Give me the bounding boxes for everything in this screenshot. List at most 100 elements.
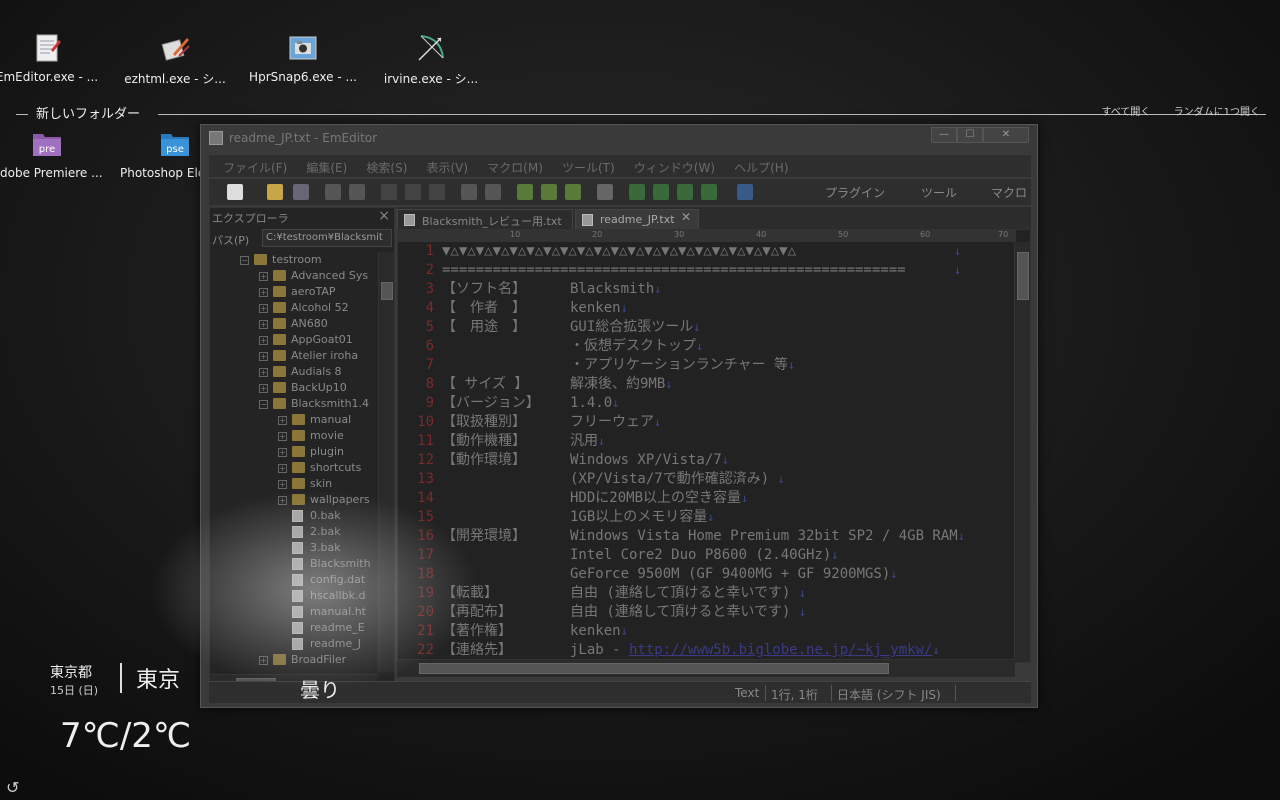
tree-item[interactable]: + skin [210, 476, 378, 492]
paste-icon[interactable] [429, 184, 445, 200]
window-icon[interactable] [701, 184, 717, 200]
tree-item[interactable]: + Audials 8 [210, 364, 378, 380]
tree-item[interactable]: 3.bak [210, 540, 378, 556]
scroll-thumb[interactable] [419, 663, 889, 674]
tree-item[interactable]: hscallbk.d [210, 588, 378, 604]
scroll-thumb[interactable] [1017, 252, 1029, 300]
tree-item[interactable]: − testroom [210, 252, 378, 268]
text-line[interactable]: GeForce 9500M (GF 9400MG + GF 9200MGS)↓ [442, 565, 1014, 584]
text-line[interactable]: 【取扱種別】 フリーウェア↓ [442, 413, 1014, 432]
text-line[interactable]: 【連絡先】 jLab - http://www5b.biglobe.ne.jp/~… [442, 641, 1014, 660]
expand-icon[interactable]: + [259, 656, 268, 665]
tree-item[interactable]: 2.bak [210, 524, 378, 540]
text-line[interactable]: 【 作者 】 kenken↓ [442, 299, 1014, 318]
desktop-icon-hprsnap[interactable]: HprSnap6.exe - ... [248, 32, 358, 84]
collapse-icon[interactable]: − [259, 400, 268, 409]
tree-item[interactable]: + movie [210, 428, 378, 444]
cut-icon[interactable] [381, 184, 397, 200]
window-icon[interactable] [653, 184, 669, 200]
grid-icon[interactable] [737, 184, 753, 200]
scroll-thumb[interactable] [381, 282, 393, 300]
save-icon[interactable] [293, 184, 309, 200]
text-line[interactable]: ========================================… [442, 261, 1014, 280]
window-titlebar[interactable]: readme_JP.txt - EmEditor — ☐ ✕ [201, 125, 1037, 153]
expand-icon[interactable]: + [259, 336, 268, 345]
text-editor[interactable]: 10 20 30 40 50 60 70 1 2 3 4 5 6 7 8 9 10 11 12 13 14… [397, 229, 1031, 663]
text-line[interactable]: 【著作権】 kenken↓ [442, 622, 1014, 641]
tree-item[interactable]: + aeroTAP [210, 284, 378, 300]
expand-icon[interactable]: + [259, 288, 268, 297]
tree-item[interactable]: config.dat [210, 572, 378, 588]
expand-icon[interactable]: + [259, 352, 268, 361]
expand-icon[interactable]: + [278, 464, 287, 473]
open-random-link[interactable]: ランダムに1つ開く [1174, 107, 1260, 118]
close-icon[interactable]: × [378, 208, 390, 224]
emeditor-window[interactable]: readme_JP.txt - EmEditor — ☐ ✕ ファイル(F) 編… [200, 124, 1038, 708]
expand-icon[interactable]: + [278, 432, 287, 441]
menu-view[interactable]: 表示(V) [427, 159, 469, 176]
text-line[interactable]: ・アプリケーションランチャー 等↓ [442, 356, 1014, 375]
tree-item[interactable]: + BroadFiler [210, 652, 378, 668]
tree-item[interactable]: manual.ht [210, 604, 378, 620]
menu-window[interactable]: ウィンドウ(W) [634, 159, 715, 176]
open-folder-icon[interactable] [267, 184, 283, 200]
tree-item[interactable]: readme_J [210, 636, 378, 652]
search-icon[interactable] [517, 184, 533, 200]
tree-item[interactable]: + plugin [210, 444, 378, 460]
preview-icon[interactable] [349, 184, 365, 200]
contact-link[interactable]: http://www5b.biglobe.ne.jp/~kj_ymkw/ [629, 642, 932, 658]
text-line[interactable]: 【動作機種】 汎用↓ [442, 432, 1014, 451]
text-line[interactable]: 1GB以上のメモリ容量↓ [442, 508, 1014, 527]
expand-icon[interactable]: + [278, 416, 287, 425]
search-prev-icon[interactable] [565, 184, 581, 200]
text-line[interactable]: ▼△▼△▼△▼△▼△▼△▼△▼△▼△▼△▼△▼△▼△▼△▼△▼△▼△▼△▼△▼△… [442, 242, 1014, 261]
menu-search[interactable]: 検索(S) [366, 159, 407, 176]
menu-edit[interactable]: 編集(E) [306, 159, 347, 176]
text-line[interactable]: 【動作環境】 Windows XP/Vista/7↓ [442, 451, 1014, 470]
tree-item[interactable]: + BackUp10 [210, 380, 378, 396]
editor-scrollbar[interactable] [1014, 242, 1030, 662]
highlight-icon[interactable] [597, 184, 613, 200]
expand-icon[interactable]: + [259, 320, 268, 329]
text-line[interactable]: 【 用途 】 GUI総合拡張ツール↓ [442, 318, 1014, 337]
maximize-button[interactable]: ☐ [957, 127, 983, 143]
text-line[interactable]: ・仮想デスクトップ↓ [442, 337, 1014, 356]
text-line[interactable]: 【ソフト名】 Blacksmith↓ [442, 280, 1014, 299]
menu-file[interactable]: ファイル(F) [223, 159, 287, 176]
print-icon[interactable] [325, 184, 341, 200]
expand-icon[interactable]: + [259, 304, 268, 313]
expand-icon[interactable]: + [259, 368, 268, 377]
tab-blacksmith-review[interactable]: Blacksmith_レビュー用.txt [397, 209, 573, 229]
text-line[interactable]: 【転載】 自由 (連絡して頂けると幸いです) ↓ [442, 584, 1014, 603]
expand-icon[interactable]: + [259, 384, 268, 393]
expand-icon[interactable]: + [278, 480, 287, 489]
window-icon[interactable] [677, 184, 693, 200]
text-line[interactable]: 【開発環境】 Windows Vista Home Premium 32bit S… [442, 527, 1014, 546]
tree-item[interactable]: + Alcohol 52 [210, 300, 378, 316]
tree-item[interactable]: + AN680 [210, 316, 378, 332]
tree-item[interactable]: + shortcuts [210, 460, 378, 476]
toolbar-tools-label[interactable]: ツール [921, 184, 957, 201]
window-icon[interactable] [629, 184, 645, 200]
text-line[interactable]: (XP/Vista/7で動作確認済み) ↓ [442, 470, 1014, 489]
text-line[interactable]: Intel Core2 Duo P8600 (2.40GHz)↓ [442, 546, 1014, 565]
text-line[interactable]: 【再配布】 自由 (連絡して頂けると幸いです) ↓ [442, 603, 1014, 622]
collapse-icon[interactable]: − [240, 256, 249, 265]
expand-icon[interactable]: + [259, 272, 268, 281]
close-button[interactable]: ✕ [983, 127, 1029, 143]
menu-tools[interactable]: ツール(T) [562, 159, 615, 176]
menu-macro[interactable]: マクロ(M) [487, 159, 543, 176]
tree-item[interactable]: + Atelier iroha [210, 348, 378, 364]
menu-help[interactable]: ヘルプ(H) [734, 159, 788, 176]
open-all-link[interactable]: すべて開く [1102, 107, 1151, 118]
toolbar-plugin-label[interactable]: プラグイン [825, 184, 885, 201]
expand-icon[interactable]: + [278, 448, 287, 457]
minimize-button[interactable]: — [931, 127, 957, 143]
new-file-icon[interactable] [227, 184, 243, 200]
tree-item[interactable]: + AppGoat01 [210, 332, 378, 348]
copy-icon[interactable] [405, 184, 421, 200]
redo-icon[interactable] [485, 184, 501, 200]
desktop-icon-emeditor[interactable]: EmEditor.exe - ... [0, 32, 102, 84]
explorer-scrollbar[interactable] [378, 252, 394, 672]
tree-item[interactable]: + Advanced Sys [210, 268, 378, 284]
